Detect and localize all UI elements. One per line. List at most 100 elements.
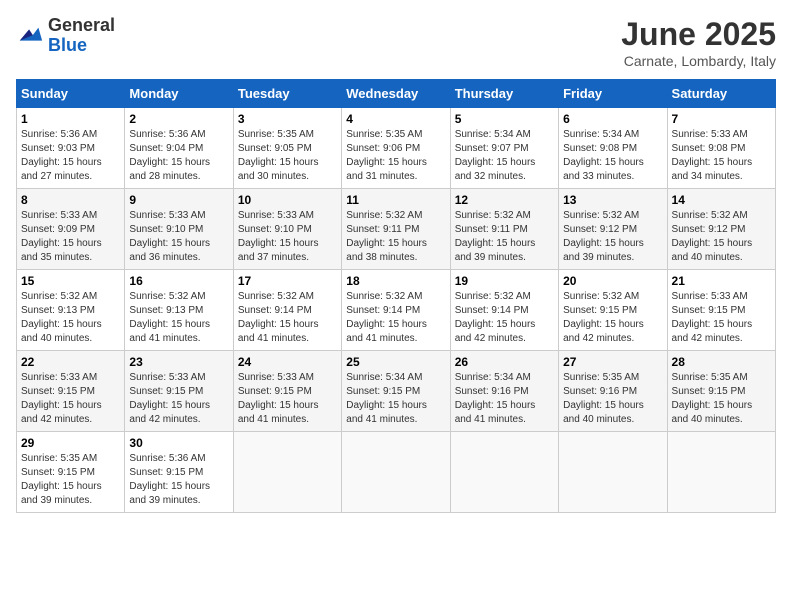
day-cell: 20 Sunrise: 5:32 AMSunset: 9:15 PMDaylig…	[559, 270, 667, 351]
logo-bird-icon	[16, 22, 44, 50]
day-info: Sunrise: 5:32 AMSunset: 9:14 PMDaylight:…	[455, 290, 554, 346]
day-cell	[667, 432, 775, 513]
day-cell: 29 Sunrise: 5:35 AMSunset: 9:15 PMDaylig…	[17, 432, 125, 513]
day-cell: 13 Sunrise: 5:32 AMSunset: 9:12 PMDaylig…	[559, 189, 667, 270]
title-area: June 2025 Carnate, Lombardy, Italy	[621, 16, 776, 69]
weekday-header-tuesday: Tuesday	[233, 80, 341, 108]
day-info: Sunrise: 5:34 AMSunset: 9:07 PMDaylight:…	[455, 128, 554, 184]
day-cell: 6 Sunrise: 5:34 AMSunset: 9:08 PMDayligh…	[559, 108, 667, 189]
day-number: 20	[563, 274, 662, 288]
day-number: 24	[238, 355, 337, 369]
day-info: Sunrise: 5:32 AMSunset: 9:11 PMDaylight:…	[346, 209, 445, 265]
day-cell: 14 Sunrise: 5:32 AMSunset: 9:12 PMDaylig…	[667, 189, 775, 270]
day-cell: 25 Sunrise: 5:34 AMSunset: 9:15 PMDaylig…	[342, 351, 450, 432]
day-number: 3	[238, 112, 337, 126]
day-number: 23	[129, 355, 228, 369]
day-cell: 24 Sunrise: 5:33 AMSunset: 9:15 PMDaylig…	[233, 351, 341, 432]
week-row-2: 8 Sunrise: 5:33 AMSunset: 9:09 PMDayligh…	[17, 189, 776, 270]
day-number: 8	[21, 193, 120, 207]
day-info: Sunrise: 5:36 AMSunset: 9:04 PMDaylight:…	[129, 128, 228, 184]
day-number: 17	[238, 274, 337, 288]
day-number: 6	[563, 112, 662, 126]
day-info: Sunrise: 5:35 AMSunset: 9:15 PMDaylight:…	[21, 452, 120, 508]
day-cell: 11 Sunrise: 5:32 AMSunset: 9:11 PMDaylig…	[342, 189, 450, 270]
day-cell	[450, 432, 558, 513]
day-number: 28	[672, 355, 771, 369]
day-number: 16	[129, 274, 228, 288]
day-info: Sunrise: 5:33 AMSunset: 9:08 PMDaylight:…	[672, 128, 771, 184]
day-cell: 4 Sunrise: 5:35 AMSunset: 9:06 PMDayligh…	[342, 108, 450, 189]
header: General Blue June 2025 Carnate, Lombardy…	[16, 16, 776, 69]
day-cell: 2 Sunrise: 5:36 AMSunset: 9:04 PMDayligh…	[125, 108, 233, 189]
week-row-1: 1 Sunrise: 5:36 AMSunset: 9:03 PMDayligh…	[17, 108, 776, 189]
day-info: Sunrise: 5:32 AMSunset: 9:14 PMDaylight:…	[238, 290, 337, 346]
day-cell: 18 Sunrise: 5:32 AMSunset: 9:14 PMDaylig…	[342, 270, 450, 351]
weekday-header-saturday: Saturday	[667, 80, 775, 108]
day-number: 21	[672, 274, 771, 288]
day-info: Sunrise: 5:35 AMSunset: 9:15 PMDaylight:…	[672, 371, 771, 427]
day-cell: 26 Sunrise: 5:34 AMSunset: 9:16 PMDaylig…	[450, 351, 558, 432]
calendar-table: SundayMondayTuesdayWednesdayThursdayFrid…	[16, 79, 776, 513]
calendar-subtitle: Carnate, Lombardy, Italy	[621, 53, 776, 69]
day-number: 1	[21, 112, 120, 126]
day-number: 18	[346, 274, 445, 288]
day-number: 10	[238, 193, 337, 207]
day-cell: 23 Sunrise: 5:33 AMSunset: 9:15 PMDaylig…	[125, 351, 233, 432]
logo-blue-text: Blue	[48, 36, 115, 56]
day-number: 11	[346, 193, 445, 207]
day-cell: 7 Sunrise: 5:33 AMSunset: 9:08 PMDayligh…	[667, 108, 775, 189]
day-info: Sunrise: 5:34 AMSunset: 9:08 PMDaylight:…	[563, 128, 662, 184]
day-info: Sunrise: 5:32 AMSunset: 9:11 PMDaylight:…	[455, 209, 554, 265]
day-number: 15	[21, 274, 120, 288]
day-cell: 30 Sunrise: 5:36 AMSunset: 9:15 PMDaylig…	[125, 432, 233, 513]
day-cell: 10 Sunrise: 5:33 AMSunset: 9:10 PMDaylig…	[233, 189, 341, 270]
day-number: 5	[455, 112, 554, 126]
day-number: 29	[21, 436, 120, 450]
day-cell: 3 Sunrise: 5:35 AMSunset: 9:05 PMDayligh…	[233, 108, 341, 189]
logo-general-text: General	[48, 16, 115, 36]
day-cell: 28 Sunrise: 5:35 AMSunset: 9:15 PMDaylig…	[667, 351, 775, 432]
day-info: Sunrise: 5:36 AMSunset: 9:03 PMDaylight:…	[21, 128, 120, 184]
day-info: Sunrise: 5:33 AMSunset: 9:15 PMDaylight:…	[129, 371, 228, 427]
day-cell: 8 Sunrise: 5:33 AMSunset: 9:09 PMDayligh…	[17, 189, 125, 270]
day-cell: 22 Sunrise: 5:33 AMSunset: 9:15 PMDaylig…	[17, 351, 125, 432]
day-info: Sunrise: 5:33 AMSunset: 9:15 PMDaylight:…	[238, 371, 337, 427]
day-number: 22	[21, 355, 120, 369]
day-cell: 12 Sunrise: 5:32 AMSunset: 9:11 PMDaylig…	[450, 189, 558, 270]
day-number: 9	[129, 193, 228, 207]
day-info: Sunrise: 5:34 AMSunset: 9:16 PMDaylight:…	[455, 371, 554, 427]
day-cell	[342, 432, 450, 513]
day-info: Sunrise: 5:32 AMSunset: 9:13 PMDaylight:…	[129, 290, 228, 346]
day-number: 25	[346, 355, 445, 369]
day-cell: 21 Sunrise: 5:33 AMSunset: 9:15 PMDaylig…	[667, 270, 775, 351]
day-cell: 17 Sunrise: 5:32 AMSunset: 9:14 PMDaylig…	[233, 270, 341, 351]
logo: General Blue	[16, 16, 115, 56]
day-info: Sunrise: 5:32 AMSunset: 9:12 PMDaylight:…	[563, 209, 662, 265]
weekday-header-wednesday: Wednesday	[342, 80, 450, 108]
day-info: Sunrise: 5:34 AMSunset: 9:15 PMDaylight:…	[346, 371, 445, 427]
day-info: Sunrise: 5:36 AMSunset: 9:15 PMDaylight:…	[129, 452, 228, 508]
day-info: Sunrise: 5:32 AMSunset: 9:13 PMDaylight:…	[21, 290, 120, 346]
day-cell: 15 Sunrise: 5:32 AMSunset: 9:13 PMDaylig…	[17, 270, 125, 351]
day-info: Sunrise: 5:32 AMSunset: 9:15 PMDaylight:…	[563, 290, 662, 346]
day-info: Sunrise: 5:33 AMSunset: 9:10 PMDaylight:…	[129, 209, 228, 265]
day-number: 13	[563, 193, 662, 207]
day-number: 14	[672, 193, 771, 207]
day-cell: 19 Sunrise: 5:32 AMSunset: 9:14 PMDaylig…	[450, 270, 558, 351]
day-number: 7	[672, 112, 771, 126]
weekday-header-thursday: Thursday	[450, 80, 558, 108]
week-row-4: 22 Sunrise: 5:33 AMSunset: 9:15 PMDaylig…	[17, 351, 776, 432]
day-cell: 16 Sunrise: 5:32 AMSunset: 9:13 PMDaylig…	[125, 270, 233, 351]
day-cell: 5 Sunrise: 5:34 AMSunset: 9:07 PMDayligh…	[450, 108, 558, 189]
day-number: 27	[563, 355, 662, 369]
day-cell	[233, 432, 341, 513]
day-number: 26	[455, 355, 554, 369]
day-info: Sunrise: 5:32 AMSunset: 9:12 PMDaylight:…	[672, 209, 771, 265]
weekday-header-friday: Friday	[559, 80, 667, 108]
week-row-3: 15 Sunrise: 5:32 AMSunset: 9:13 PMDaylig…	[17, 270, 776, 351]
day-cell: 9 Sunrise: 5:33 AMSunset: 9:10 PMDayligh…	[125, 189, 233, 270]
day-cell: 27 Sunrise: 5:35 AMSunset: 9:16 PMDaylig…	[559, 351, 667, 432]
day-info: Sunrise: 5:35 AMSunset: 9:16 PMDaylight:…	[563, 371, 662, 427]
day-cell: 1 Sunrise: 5:36 AMSunset: 9:03 PMDayligh…	[17, 108, 125, 189]
day-info: Sunrise: 5:33 AMSunset: 9:10 PMDaylight:…	[238, 209, 337, 265]
